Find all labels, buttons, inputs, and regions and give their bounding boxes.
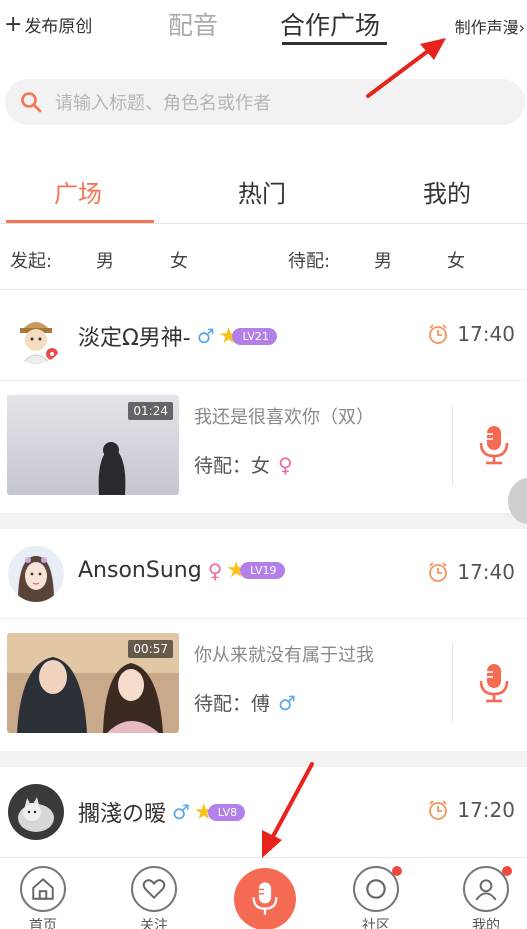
card-header: AnsonSung ♀ ★ LV19 17:40 (0, 529, 527, 619)
level-badge: LV19 (240, 562, 285, 579)
microphone-icon[interactable] (478, 425, 510, 465)
female-icon: ♀ (207, 558, 223, 583)
filter-initiator-male[interactable]: 男 (96, 247, 114, 273)
chevron-right-icon: › (518, 18, 525, 37)
filter-initiator-female[interactable]: 女 (170, 247, 188, 273)
time-stamp: 17:20 (427, 798, 515, 822)
video-duration: 00:57 (128, 640, 173, 658)
sub-tabs: 广场 热门 我的 (0, 160, 527, 224)
card-body: 01:24 我还是很喜欢你（双） 待配： 女 ♀ (0, 381, 527, 513)
video-thumbnail[interactable]: 00:57 (7, 633, 179, 733)
time-stamp: 17:40 (427, 560, 515, 584)
needed-role: 待配： 傅 ♂ (194, 689, 296, 716)
filter-bar: 发起: 男 女 待配: 男 女 (0, 225, 527, 290)
nav-mine[interactable]: 我的 (456, 866, 516, 929)
male-icon: ♂ (196, 324, 215, 348)
video-thumbnail[interactable]: 01:24 (7, 395, 179, 495)
make-voice-comic-button[interactable]: 制作声漫› (455, 14, 525, 38)
wait-label: 待配: (288, 251, 331, 272)
needed-role-label: 待配： (194, 455, 252, 477)
plus-icon: + (4, 11, 23, 37)
list-item[interactable]: AnsonSung ♀ ★ LV19 17:40 00:57 你从来就没有属于过… (0, 529, 527, 751)
user-icon (475, 879, 497, 901)
username-text: 淡定Ω男神- (78, 326, 191, 351)
nav-community[interactable]: 社区 (346, 866, 406, 929)
male-icon: ♂ (172, 800, 190, 824)
divider (452, 405, 453, 485)
publish-label: 发布原创 (24, 17, 93, 37)
filter-wait-female[interactable]: 女 (447, 247, 465, 273)
nav-mine-label: 我的 (472, 918, 500, 929)
nav-community-label: 社区 (362, 918, 390, 929)
tab-square[interactable]: 广场 (54, 174, 102, 209)
male-icon: ♂ (278, 690, 296, 715)
home-icon (32, 877, 54, 900)
time-text: 17:20 (457, 798, 515, 822)
top-bar: + 发布原创 配音 合作广场 制作声漫› (0, 0, 527, 52)
username-text: AnsonSung (78, 558, 202, 583)
active-tab-underline (282, 42, 387, 45)
tab-dubbing[interactable]: 配音 (168, 6, 218, 42)
username[interactable]: 淡定Ω男神- ♂ ★ LV21 (78, 320, 277, 352)
work-title[interactable]: 你从来就没有属于过我 (194, 641, 374, 667)
tab-mine[interactable]: 我的 (423, 174, 471, 209)
microphone-icon (252, 882, 278, 915)
video-duration: 01:24 (128, 402, 173, 420)
username-text: 擱淺の暧 (78, 802, 167, 827)
initiator-label: 发起: (10, 251, 53, 272)
avatar[interactable] (8, 308, 64, 364)
tab-hot[interactable]: 热门 (238, 174, 286, 209)
notification-dot (392, 866, 402, 876)
avatar[interactable] (8, 784, 64, 840)
avatar[interactable] (8, 546, 64, 602)
heart-icon (142, 879, 166, 900)
username[interactable]: 擱淺の暧 ♂ ★ LV8 (78, 796, 246, 828)
notification-dot (502, 866, 512, 876)
alarm-clock-icon (429, 562, 448, 582)
needed-role-value: 傅 (251, 693, 271, 715)
card-header: 淡定Ω男神- ♂ ★ LV21 17:40 (0, 291, 527, 381)
microphone-icon[interactable] (478, 663, 510, 703)
time-stamp: 17:40 (427, 322, 515, 346)
needed-role-label: 待配： (194, 693, 252, 715)
nav-follow[interactable]: 关注 (124, 866, 184, 929)
list-item[interactable]: 淡定Ω男神- ♂ ★ LV21 17:40 01:24 我还是很喜欢你（双） 待… (0, 291, 527, 513)
needed-role: 待配： 女 ♀ (194, 451, 293, 478)
nav-follow-label: 关注 (140, 918, 168, 929)
card-body: 00:57 你从来就没有属于过我 待配： 傅 ♂ (0, 619, 527, 751)
publish-original-button[interactable]: + 发布原创 (4, 12, 92, 37)
search-input[interactable]: 请输入标题、角色名或作者 (55, 89, 271, 115)
username[interactable]: AnsonSung ♀ ★ LV19 (78, 558, 285, 583)
nav-home-label: 首页 (29, 918, 57, 929)
level-badge: LV21 (232, 327, 277, 345)
make-label: 制作声漫 (454, 18, 519, 37)
time-text: 17:40 (457, 560, 515, 584)
nav-home[interactable]: 首页 (13, 866, 73, 929)
divider (452, 643, 453, 723)
record-button[interactable] (234, 868, 296, 929)
community-ring-icon (366, 879, 386, 899)
list-item[interactable]: 擱淺の暧 ♂ ★ LV8 17:20 (0, 767, 527, 857)
search-icon (21, 92, 42, 113)
card-separator (0, 513, 527, 529)
card-separator (0, 751, 527, 767)
alarm-clock-icon (429, 800, 448, 820)
tab-cooperation-square[interactable]: 合作广场 (280, 6, 380, 42)
active-tab-indicator (6, 220, 154, 223)
needed-role-value: 女 (251, 455, 271, 477)
work-title[interactable]: 我还是很喜欢你（双） (194, 403, 374, 429)
alarm-clock-icon (429, 324, 448, 344)
female-icon: ♀ (278, 452, 293, 477)
filter-wait-male[interactable]: 男 (374, 247, 392, 273)
card-header: 擱淺の暧 ♂ ★ LV8 17:20 (0, 767, 527, 857)
level-badge: LV8 (207, 803, 246, 821)
time-text: 17:40 (457, 322, 515, 346)
search-bar[interactable]: 请输入标题、角色名或作者 (5, 79, 525, 125)
